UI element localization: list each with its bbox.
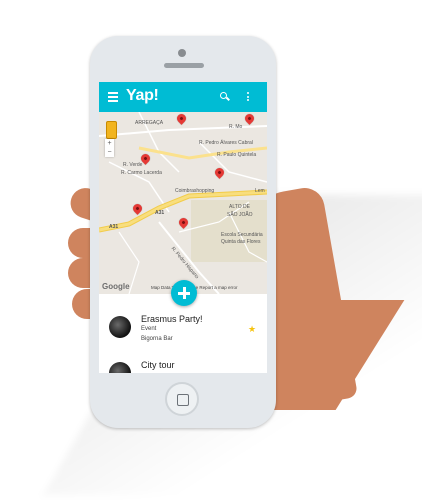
map-label: SÃO JOÃO [227,212,253,218]
star-icon[interactable]: ★ [248,324,256,335]
map-label: ALTO DE [229,204,250,210]
add-button[interactable] [171,280,197,306]
map-label: Coimbrashopping [175,188,215,194]
map-label: R. Paulo Quintela [217,152,257,158]
speaker [164,63,204,68]
zoom-control[interactable]: + − [105,139,114,157]
more-vert-icon[interactable] [247,92,250,102]
street-view-pegman-icon[interactable] [106,121,117,139]
list-item[interactable]: Erasmus Party! Event Bigorna Bar ★ [99,312,267,352]
map-label: A31 [155,210,165,216]
map-label: A31 [109,224,119,230]
search-icon[interactable] [220,92,230,101]
avatar [109,362,131,373]
map-label: R. Carmo Lacerda [121,170,162,176]
map-label: ARREGAÇA [135,120,164,126]
event-type: Event [141,326,157,332]
event-title: City tour [141,360,175,370]
avatar [109,316,131,338]
phone: Yap! ARREGAÇA R. Pedro Álvares Cabral R.… [90,36,276,428]
camera [178,49,186,57]
map-label: R. Pedro Álvares Cabral [199,140,253,146]
event-location: Bigorna Bar [141,336,173,342]
list-item[interactable]: City tour [99,358,267,373]
event-title: Erasmus Party! [141,314,203,324]
app-bar: Yap! [99,82,267,112]
map-label: Lem [255,188,265,194]
map[interactable]: ARREGAÇA R. Pedro Álvares Cabral R. Mo R… [99,112,267,294]
screen: Yap! ARREGAÇA R. Pedro Álvares Cabral R.… [99,82,267,373]
map-label: R. Mo [229,124,243,130]
map-label: Quinta das Flores [221,239,261,245]
google-logo: Google [102,282,130,291]
home-button[interactable] [165,382,199,416]
map-label: R. Verde [123,162,143,168]
app-title: Yap! [126,87,159,104]
map-label: Escola Secundária [221,232,263,238]
menu-icon[interactable] [108,92,118,102]
